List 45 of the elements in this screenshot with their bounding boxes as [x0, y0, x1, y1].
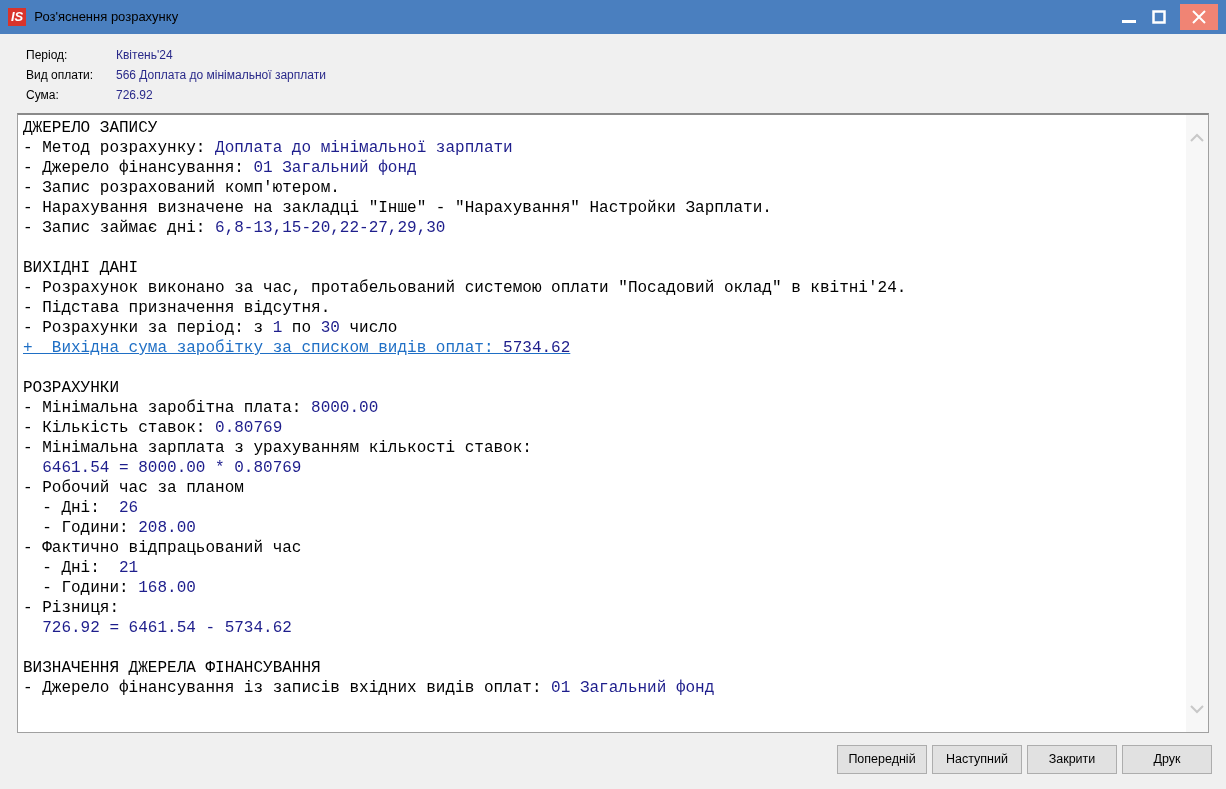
window-title: Роз'яснення розрахунку — [34, 8, 179, 27]
report-line: - Запис займає дні: 6,8-13,15-20,22-27,29,30 — [23, 218, 446, 238]
info-value: Квітень'24 — [116, 47, 174, 64]
section-heading: ВИХІДНІ ДАНІ — [23, 258, 139, 278]
dialog-button[interactable]: Закрити — [1027, 745, 1117, 774]
scroll-up-icon[interactable] — [1190, 133, 1204, 142]
section-heading: РОЗРАХУНКИ — [23, 378, 119, 398]
earnings-link[interactable]: + Вихідна сума заробітку за списком видів оплат: 5734.62 — [23, 338, 571, 358]
report-line: - Запис розрахований комп'ютером. — [23, 178, 340, 198]
dialog-button[interactable]: Попередній — [837, 745, 927, 774]
info-label: Період: — [26, 47, 69, 64]
dialog-button[interactable]: Друк — [1122, 745, 1212, 774]
section-heading: ВИЗНАЧЕННЯ ДЖЕРЕЛА ФІНАНСУВАННЯ — [23, 658, 321, 678]
report-line: - Мінімальна заробітна плата: 8000.00 — [23, 398, 379, 418]
report-line: - Метод розрахунку: Доплата до мінімальної зарплати — [23, 138, 513, 158]
report-line: - Фактично відпрацьований час — [23, 538, 302, 558]
report-line: - Дні: 21 — [42, 558, 139, 578]
maximize-icon — [1152, 10, 1166, 24]
report-line: - Робочий час за планом — [23, 478, 244, 498]
report-line: - Розрахунки за період: з 1 по 30 число — [23, 318, 398, 338]
close-icon — [1192, 10, 1206, 24]
report-line: - Кількість ставок: 0.80769 — [23, 418, 283, 438]
report-line: - Підстава призначення відсутня. — [23, 298, 331, 318]
app-logo: IS — [8, 8, 27, 26]
minimize-icon — [1122, 20, 1136, 23]
dialog-button[interactable]: Наступний — [932, 745, 1022, 774]
report-line: - Години: 168.00 — [42, 578, 196, 598]
info-label: Сума: — [26, 87, 60, 104]
close-button[interactable] — [1180, 4, 1218, 30]
scrollbar[interactable] — [1186, 115, 1208, 732]
report-line: 726.92 = 6461.54 - 5734.62 — [42, 618, 292, 638]
scroll-down-icon[interactable] — [1190, 705, 1204, 714]
report-line: - Джерело фінансування: 01 Загальний фонд — [23, 158, 417, 178]
report-line: - Джерело фінансування із записів вхідних видів оплат: 01 Загальний фонд — [23, 678, 715, 698]
info-value: 726.92 — [116, 87, 154, 104]
report-line: 6461.54 = 8000.00 * 0.80769 — [42, 458, 302, 478]
report-line: - Різниця: — [23, 598, 119, 618]
report-line: - Години: 208.00 — [42, 518, 196, 538]
report-line: - Мінімальна зарплата з урахуванням кількості ставок: — [23, 438, 532, 458]
info-label: Вид оплати: — [26, 67, 95, 84]
report-line: - Нарахування визначене на закладці "Інше" - "Нарахування" Настройки Зарплати. — [23, 198, 772, 218]
report-line: - Розрахунок виконано за час, протабельований системою оплати "Посадовий оклад" в квітні'24. — [23, 278, 907, 298]
section-heading: ДЖЕРЕЛО ЗАПИСУ — [23, 118, 158, 138]
info-value: 566 Доплата до мінімальної зарплати — [116, 67, 327, 84]
report-line: - Дні: 26 — [42, 498, 139, 518]
